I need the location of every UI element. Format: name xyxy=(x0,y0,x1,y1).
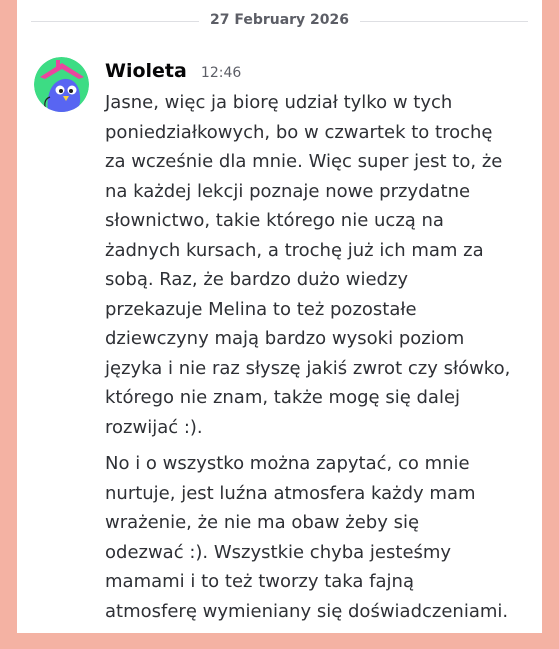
message-line: nurtuje, jest luźna atmosfera każdy mam xyxy=(105,482,476,504)
message-line: rozwijać :). xyxy=(105,416,203,438)
username[interactable]: Wioleta xyxy=(105,60,187,82)
message-header: Wioleta 12:46 xyxy=(105,60,241,86)
message-timestamp[interactable]: 12:46 xyxy=(201,65,241,81)
message-line: języka i nie raz słyszę jakiś zwrot czy … xyxy=(105,357,511,379)
message-line: słownictwo, takie którego nie uczą na xyxy=(105,210,444,231)
avatar[interactable] xyxy=(34,57,89,112)
date-divider: 27 February 2026 xyxy=(31,0,528,40)
message-line: dziewczyny mają bardzo wysoki poziom xyxy=(105,328,465,349)
chat-card: 27 February 2026 Wioleta 12:46 Jasne, wi… xyxy=(17,0,542,633)
message-line: mamami i to też tworzy taka fajną xyxy=(105,571,414,592)
message-paragraph-1: Jasne, więc ja biorę udział tylko w tych… xyxy=(105,88,535,442)
message-line: żadnych kursach, a trochę już ich mam za xyxy=(105,239,484,261)
message-body: Jasne, więc ja biorę udział tylko w tych… xyxy=(105,88,535,633)
message-line: przekazuje Melina to też pozostałe xyxy=(105,298,417,320)
message-line: wrażenie, że nie ma obaw żeby się xyxy=(105,512,420,533)
message-line: sobą. Raz, że bardzo dużo wiedzy xyxy=(105,269,409,290)
message-line: Jasne, więc ja biorę udział tylko w tych xyxy=(105,92,453,113)
bird-avatar-icon xyxy=(34,57,89,112)
divider-line-right xyxy=(360,21,528,22)
message-line: No i o wszystko można zapytać, co mnie xyxy=(105,453,470,474)
message-paragraph-2: No i o wszystko można zapytać, co mnie n… xyxy=(105,449,535,626)
message-line: na każdej lekcji poznaje nowe przydatne xyxy=(105,180,471,202)
message-line: odezwać :). Wszystkie chyba jesteśmy xyxy=(105,541,452,563)
message-line: za wcześnie dla mnie. Więc super jest to… xyxy=(105,151,503,172)
message-line: którego nie znam, także mogę się dalej xyxy=(105,387,461,408)
message-line: poniedziałkowych, bo w czwartek to troch… xyxy=(105,121,493,143)
message-line: atmosferę wymieniany się doświadczeniami… xyxy=(105,600,509,622)
date-divider-label: 27 February 2026 xyxy=(209,12,350,28)
